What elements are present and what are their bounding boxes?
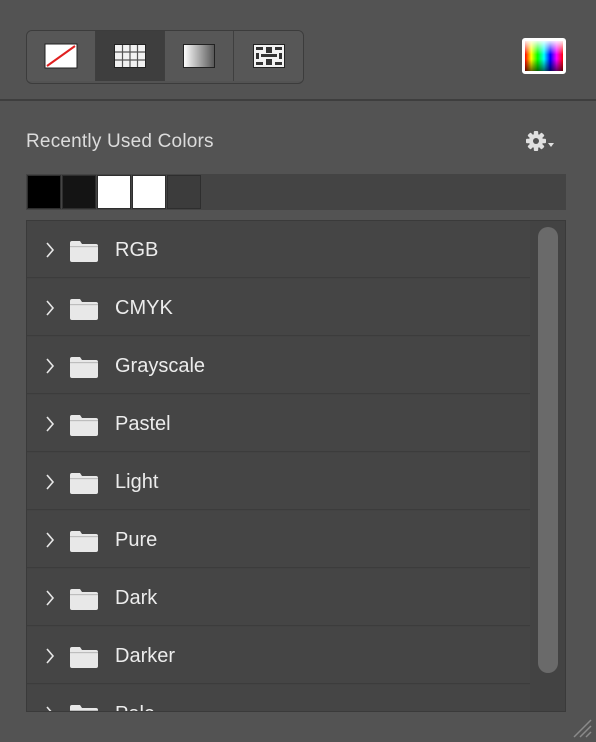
palette-group-row[interactable]: Dark xyxy=(27,569,530,626)
palette-group-row[interactable]: Pure xyxy=(27,511,530,568)
palette-group-row[interactable]: Grayscale xyxy=(27,337,530,394)
recent-color-swatch[interactable] xyxy=(132,175,166,209)
palette-group-label: Pure xyxy=(115,529,158,551)
palette-group-label: Darker xyxy=(115,645,176,667)
palette-group-label: Dark xyxy=(115,587,158,609)
scrollbar[interactable] xyxy=(537,225,559,707)
none-fill-button[interactable] xyxy=(27,31,96,81)
palette-group-label: RGB xyxy=(115,239,159,261)
color-spectrum-icon[interactable] xyxy=(522,38,566,74)
chevron-right-icon[interactable] xyxy=(45,415,55,433)
chevron-right-icon[interactable] xyxy=(45,299,55,317)
section-title: Recently Used Colors xyxy=(26,131,214,152)
recent-color-swatch[interactable] xyxy=(167,175,201,209)
folder-icon xyxy=(70,473,98,494)
folder-icon xyxy=(70,531,98,552)
chevron-right-icon[interactable] xyxy=(45,241,55,259)
palette-group-label: Pale xyxy=(115,703,155,711)
fill-type-segmented-control xyxy=(26,30,304,84)
palette-group-label: CMYK xyxy=(115,297,173,319)
recent-color-swatch[interactable] xyxy=(62,175,96,209)
recent-color-swatch[interactable] xyxy=(97,175,131,209)
folder-icon xyxy=(70,589,98,610)
no-color-icon xyxy=(44,43,78,69)
palette-group-label: Light xyxy=(115,471,159,493)
settings-menu-button[interactable] xyxy=(524,128,558,154)
palette-group-row[interactable]: Darker xyxy=(27,627,530,684)
chevron-right-icon[interactable] xyxy=(45,473,55,491)
grid-icon xyxy=(114,44,146,68)
folder-icon xyxy=(70,241,98,262)
resize-grip-icon[interactable] xyxy=(572,718,592,738)
palette-group-row[interactable]: Pastel xyxy=(27,395,530,452)
swatches-button[interactable] xyxy=(96,31,165,81)
palette-group-label: Grayscale xyxy=(115,355,206,377)
palette-group-row[interactable]: Pale xyxy=(27,685,530,712)
palette-group-row[interactable]: CMYK xyxy=(27,279,530,336)
gradient-icon xyxy=(183,44,215,68)
chevron-right-icon[interactable] xyxy=(45,589,55,607)
chevron-right-icon[interactable] xyxy=(45,705,55,712)
divider xyxy=(0,99,596,101)
palette-group-row[interactable]: Light xyxy=(27,453,530,510)
palette-list: Pale Darker Dark Pure Light Pastel Grayscale CM… xyxy=(26,220,566,712)
pattern-button[interactable] xyxy=(234,31,303,81)
chevron-right-icon[interactable] xyxy=(45,531,55,549)
gear-icon xyxy=(526,131,554,151)
palette-group-label: Pastel xyxy=(115,413,171,435)
recent-colors-strip xyxy=(26,174,566,210)
scrollbar-thumb[interactable] xyxy=(538,227,558,673)
pattern-icon xyxy=(252,44,285,68)
chevron-right-icon[interactable] xyxy=(45,357,55,375)
folder-icon xyxy=(70,705,98,711)
folder-icon xyxy=(70,647,98,668)
gradient-button[interactable] xyxy=(165,31,234,81)
chevron-right-icon[interactable] xyxy=(45,647,55,665)
folder-icon xyxy=(70,357,98,378)
palette-group-row[interactable]: RGB xyxy=(27,221,530,278)
recent-color-swatch[interactable] xyxy=(27,175,61,209)
folder-icon xyxy=(70,415,98,436)
folder-icon xyxy=(70,299,98,320)
